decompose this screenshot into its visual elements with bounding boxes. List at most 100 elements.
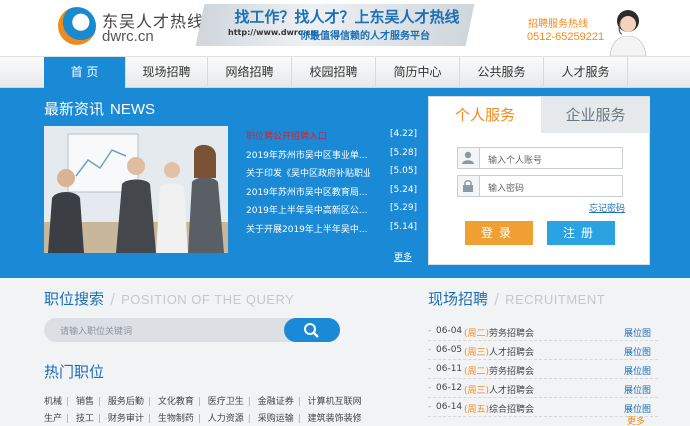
hot-job-link[interactable]: 生物制药 <box>158 414 194 424</box>
logo-icon[interactable] <box>58 7 96 45</box>
password-field[interactable]: 输入密码 <box>457 175 623 197</box>
booth-map-link[interactable]: 展位图 <box>624 364 651 377</box>
news-item-title[interactable]: 2019年上半年吴中高新区公... <box>246 203 370 216</box>
job-fairs-title: 现场招聘 <box>428 290 489 308</box>
job-fair-row[interactable]: - 06-14 (周五) 综合招聘会 展位图 <box>428 398 658 417</box>
nav-item-talent-service[interactable]: 人才服务 <box>544 57 628 88</box>
list-bullet: - <box>428 383 432 393</box>
booth-map-link[interactable]: 展位图 <box>624 383 651 396</box>
hot-job-link[interactable]: 财务审计 <box>108 414 144 424</box>
hotline-label: 招聘服务热线 <box>528 19 588 30</box>
banner-title: 找工作？找人才？上东吴人才热线 <box>234 8 460 26</box>
job-search-heading: 职位搜索 / POSITION OF THE QUERY <box>44 288 294 309</box>
hot-job-link[interactable]: 人力资源 <box>208 414 244 424</box>
news-item-date: [5.05] <box>390 166 418 176</box>
login-panel: 个人服务 企业服务 输入个人账号 输入密码 忘记密码 登录 注册 <box>428 96 650 265</box>
user-icon <box>458 148 480 168</box>
job-fairs-title-en: RECRUITMENT <box>505 292 606 307</box>
list-bullet: - <box>428 402 432 412</box>
job-search-placeholder: 请输入职位关键词 <box>60 327 133 337</box>
news-item[interactable]: 2019年苏州市吴中区教育局... [5.24] <box>246 182 417 201</box>
account-placeholder: 输入个人账号 <box>488 156 543 166</box>
logo-url[interactable]: dwrc.cn <box>102 28 154 45</box>
news-item[interactable]: 职位聘公开招聘入口 [4.22] <box>246 126 418 145</box>
news-item-title[interactable]: 2019年苏州市吴中区事业单... <box>246 148 370 161</box>
list-bullet: - <box>428 326 432 336</box>
job-fair-date: 06-14 <box>436 402 463 412</box>
job-fair-weekday: (周三) <box>464 348 490 358</box>
job-fair-date: 06-11 <box>436 364 463 374</box>
login-button[interactable]: 登录 <box>465 221 533 245</box>
hot-job-link[interactable]: 生产 <box>44 414 62 424</box>
hotline-number: 0512-65259221 <box>527 31 605 43</box>
news-item-title[interactable]: 2019年苏州市吴中区教育局... <box>246 185 370 198</box>
job-fair-weekday: (周五) <box>464 405 490 415</box>
news-title-en: NEWS <box>110 101 156 118</box>
job-fair-row[interactable]: - 06-12 (周三) 人才招聘会 展位图 <box>428 379 658 398</box>
account-field[interactable]: 输入个人账号 <box>457 147 623 169</box>
hot-job-link[interactable]: 服务后勤 <box>108 397 144 407</box>
news-item[interactable]: 关于印发《吴中区政府补贴职业... [5.05] <box>246 163 418 182</box>
tab-company-service[interactable]: 企业服务 <box>541 97 650 133</box>
hot-job-link[interactable]: 销售 <box>76 397 94 407</box>
news-item-title[interactable]: 关于印发《吴中区政府补贴职业... <box>246 166 370 179</box>
hot-job-link[interactable]: 计算机互联网 <box>308 397 362 407</box>
news-item-title[interactable]: 职位聘公开招聘入口 <box>246 129 370 142</box>
news-list: 职位聘公开招聘入口 [4.22] 2019年苏州市吴中区事业单... [5.28… <box>246 126 418 238</box>
news-title-cn: 最新资讯 <box>44 100 105 118</box>
booth-map-link[interactable]: 展位图 <box>624 326 651 339</box>
hot-job-link[interactable]: 文化教育 <box>158 397 194 407</box>
job-fair-row[interactable]: - 06-05 (周三) 人才招聘会 展位图 <box>428 341 658 360</box>
search-icon <box>304 323 319 338</box>
password-placeholder: 输入密码 <box>488 184 525 194</box>
banner-title-wrap: 找工作？找人才？上东吴人才热线 <box>212 6 482 27</box>
nav-item-public-service[interactable]: 公共服务 <box>460 57 544 88</box>
job-fair-weekday: (周三) <box>464 386 490 396</box>
news-item-date: [5.14] <box>390 221 418 232</box>
job-fair-row[interactable]: - 06-11 (周二) 劳务招聘会 展位图 <box>428 360 658 379</box>
nav-item-onsite-recruitment[interactable]: 现场招聘 <box>126 57 208 88</box>
main-nav: 首 页 现场招聘 网络招聘 校园招聘 简历中心 公共服务 人才服务 <box>0 56 690 88</box>
register-button[interactable]: 注册 <box>547 221 615 245</box>
site-header: 东吴人才热线 dwrc.cn 找工作？找人才？上东吴人才热线 http://ww… <box>0 0 690 56</box>
news-item-date: [4.22] <box>390 129 418 139</box>
forgot-password-link[interactable]: 忘记密码 <box>589 201 625 214</box>
job-search-title: 职位搜索 <box>44 290 105 308</box>
job-search-button[interactable] <box>284 318 340 342</box>
hot-job-link[interactable]: 采购运输 <box>258 414 294 424</box>
job-fair-name[interactable]: 人才招聘会 <box>489 383 534 396</box>
nav-item-resume-center[interactable]: 简历中心 <box>376 57 460 88</box>
job-fair-name[interactable]: 劳务招聘会 <box>489 326 534 339</box>
news-item[interactable]: 2019年苏州市吴中区事业单... [5.28] <box>246 145 418 164</box>
job-fair-weekday: (周二) <box>464 329 490 339</box>
nav-item-home[interactable]: 首 页 <box>44 57 126 88</box>
hot-job-link[interactable]: 机械 <box>44 397 62 407</box>
nav-item-online-recruitment[interactable]: 网络招聘 <box>208 57 292 88</box>
news-item[interactable]: 关于开展2019年上半年吴中... [5.14] <box>246 219 418 238</box>
news-section-title: 最新资讯 NEWS <box>44 98 155 119</box>
hot-job-link[interactable]: 技工 <box>76 414 94 424</box>
news-item[interactable]: 2019年上半年吴中高新区公... [5.29] <box>246 200 417 219</box>
hot-job-link[interactable]: 建筑装饰装修 <box>308 414 362 424</box>
hot-jobs-title: 热门职位 <box>44 363 105 381</box>
job-fair-date: 06-12 <box>436 383 463 393</box>
nav-item-campus-recruitment[interactable]: 校园招聘 <box>292 57 376 88</box>
job-fair-name[interactable]: 综合招聘会 <box>489 402 534 415</box>
hot-job-link[interactable]: 医疗卫生 <box>208 397 244 407</box>
hot-job-link[interactable]: 金融证券 <box>258 397 294 407</box>
job-search-title-en: POSITION OF THE QUERY <box>121 292 295 307</box>
news-photo[interactable] <box>44 126 228 253</box>
page: 东吴人才热线 dwrc.cn 找工作？找人才？上东吴人才热线 http://ww… <box>0 0 690 426</box>
news-item-date: [5.28] <box>390 147 418 158</box>
news-item-title[interactable]: 关于开展2019年上半年吴中... <box>246 222 370 235</box>
job-fair-name[interactable]: 人才招聘会 <box>489 345 534 358</box>
job-fair-date: 06-05 <box>436 345 463 355</box>
booth-map-link[interactable]: 展位图 <box>624 345 651 358</box>
job-fairs-list: - 06-04 (周二) 劳务招聘会 展位图 - 06-05 (周三) 人才招聘… <box>428 322 658 417</box>
tab-personal-service[interactable]: 个人服务 <box>429 97 541 133</box>
job-fair-name[interactable]: 劳务招聘会 <box>489 364 534 377</box>
job-fairs-more-link[interactable]: 更多 <box>627 414 645 426</box>
news-more-link[interactable]: 更多 <box>394 250 412 263</box>
job-fair-weekday: (周二) <box>464 367 490 377</box>
job-fair-row[interactable]: - 06-04 (周二) 劳务招聘会 展位图 <box>428 322 658 341</box>
